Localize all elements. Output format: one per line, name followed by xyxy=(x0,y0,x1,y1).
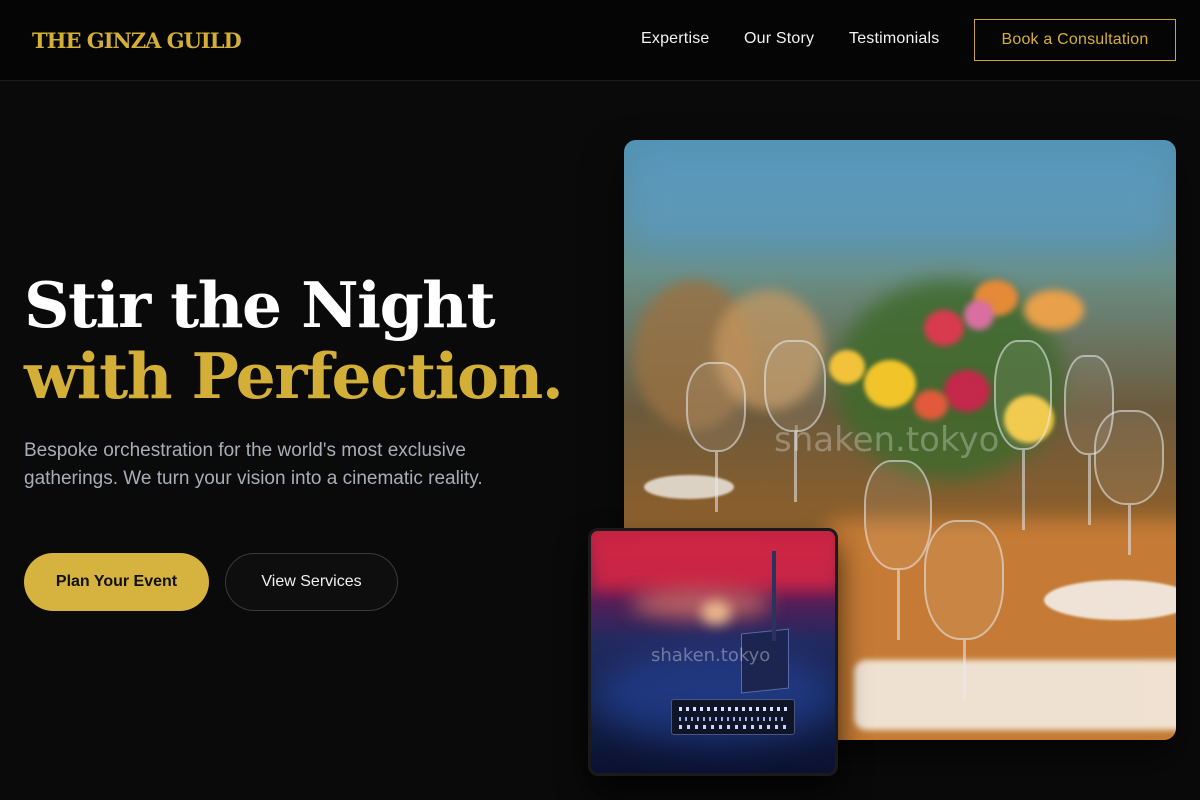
hero-title-line-2: with Perfection. xyxy=(24,339,564,413)
hero-title: Stir the Night with Perfection. xyxy=(24,268,564,413)
small-photo-watermark: shaken.tokyo xyxy=(651,645,771,666)
nav-link-testimonials[interactable]: Testimonials xyxy=(849,30,939,48)
nav-link-expertise[interactable]: Expertise xyxy=(641,30,710,48)
stage-control-photo: shaken.tokyo xyxy=(588,528,838,776)
plan-event-button[interactable]: Plan Your Event xyxy=(24,553,209,611)
nav-link-our-story[interactable]: Our Story xyxy=(744,30,814,48)
view-services-button[interactable]: View Services xyxy=(225,553,398,611)
book-consultation-button[interactable]: Book a Consultation xyxy=(974,19,1176,61)
hero-title-line-1: Stir the Night xyxy=(24,268,496,342)
top-navbar: THE GINZA GUILD Expertise Our Story Test… xyxy=(0,0,1200,81)
brand-logo[interactable]: THE GINZA GUILD xyxy=(32,28,242,53)
hero-subtitle: Bespoke orchestration for the world's mo… xyxy=(24,440,483,489)
main-photo-watermark: shaken.tokyo xyxy=(774,420,1000,460)
